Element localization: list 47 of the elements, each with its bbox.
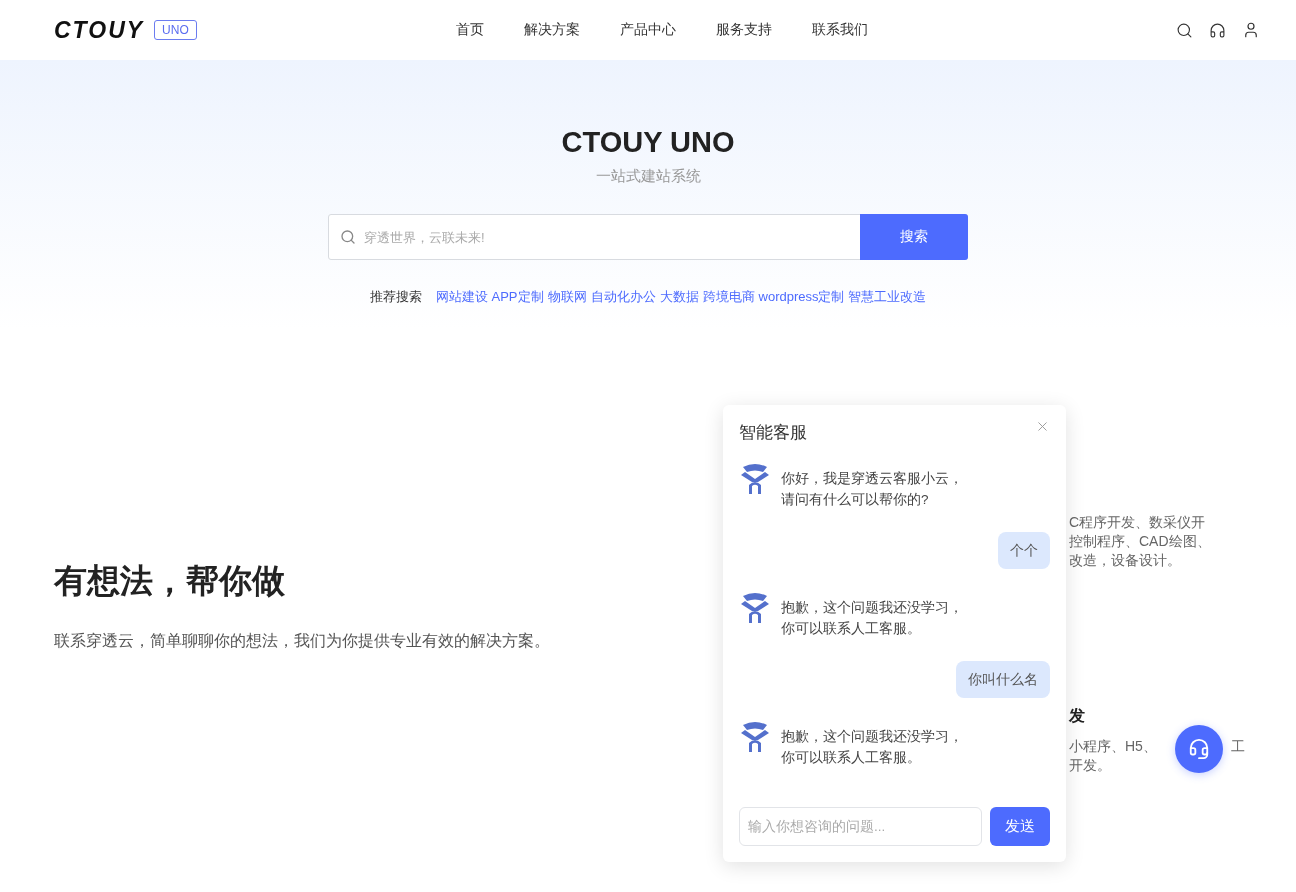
intro-text: 联系穿透云，简单聊聊你的想法，我们为你提供专业有效的解决方案。	[54, 631, 551, 651]
user-icon[interactable]	[1242, 21, 1260, 39]
user-message: 你叫什么名	[956, 661, 1050, 698]
nav-link[interactable]: 服务支持	[716, 21, 772, 39]
card-text: 开发。	[1069, 756, 1112, 775]
headset-icon	[1188, 738, 1210, 760]
recommend-link[interactable]: 跨境电商	[702, 288, 755, 306]
bot-message: 抱歉，这个问题我还没学习， 你可以联系人工客服。	[781, 728, 963, 767]
recommend-label: 推荐搜索	[369, 288, 422, 306]
hero-subtitle: 一站式建站系统	[595, 167, 701, 186]
bot-message: 抱歉，这个问题我还没学习， 你可以联系人工客服。	[781, 599, 963, 638]
support-button[interactable]	[1175, 725, 1223, 773]
search-button[interactable]: 搜索	[860, 214, 968, 260]
send-button[interactable]: 发送	[990, 807, 1050, 846]
card-text: C程序开发、数采仪开	[1069, 513, 1207, 532]
headset-icon[interactable]	[1209, 21, 1226, 39]
robot-avatar-icon	[739, 462, 771, 494]
nav-link[interactable]: 首页	[456, 21, 484, 39]
card-text: 小程序、H5、	[1069, 737, 1157, 756]
recommend-link[interactable]: 智慧工业改造	[848, 288, 927, 306]
search-icon	[340, 229, 356, 245]
intro-title: 有想法，帮你做	[54, 561, 286, 601]
card-title: 发	[1069, 706, 1086, 726]
bot-message: 你好，我是穿透云客服小云， 请问有什么可以帮你的?	[781, 470, 963, 509]
nav-link[interactable]: 产品中心	[620, 21, 676, 39]
robot-avatar-icon	[739, 720, 771, 752]
user-message: 个个	[998, 532, 1050, 569]
hero-title: CTOUY UNO	[561, 126, 735, 159]
search-field[interactable]: 穿透世界，云联未来! 搜索	[328, 214, 968, 260]
recommend-link[interactable]: 大数据	[659, 288, 699, 306]
logo-badge: UNO	[154, 20, 197, 40]
chat-title: 智能客服	[739, 422, 807, 444]
card-text: 工	[1230, 737, 1245, 756]
logo[interactable]: CTOUY	[54, 16, 145, 44]
nav-link[interactable]: 联系我们	[812, 21, 868, 39]
card-text: 改造，设备设计。	[1069, 551, 1182, 570]
robot-avatar-icon	[739, 591, 771, 623]
close-button[interactable]	[1035, 419, 1050, 434]
recommend-link[interactable]: wordpress定制	[758, 288, 845, 306]
recommend-link[interactable]: 物联网	[547, 288, 587, 306]
chat-input-field[interactable]: 输入你想咨询的问题...	[739, 807, 982, 846]
recommend-link[interactable]: 网站建设	[435, 288, 488, 306]
recommend-link[interactable]: APP定制	[491, 288, 544, 306]
recommend-link[interactable]: 自动化办公	[590, 288, 656, 306]
nav-link[interactable]: 解决方案	[524, 21, 580, 39]
search-icon[interactable]	[1176, 21, 1193, 39]
card-text: 控制程序、CAD绘图、	[1069, 532, 1212, 551]
